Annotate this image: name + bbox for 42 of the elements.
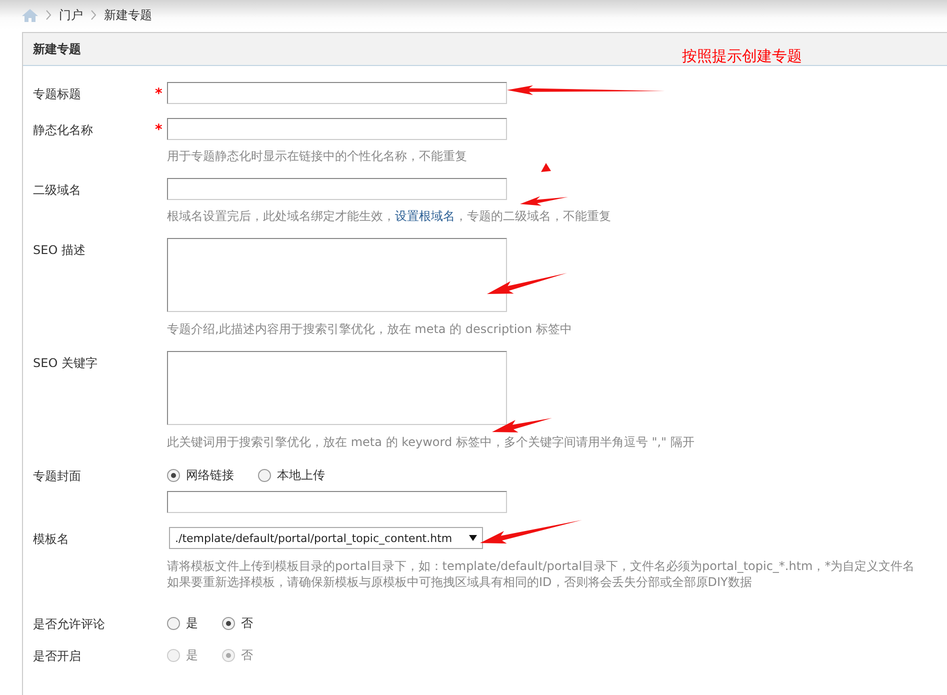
radio-icon[interactable]: [167, 468, 180, 482]
annotation-text: 按照提示创建专题: [682, 46, 802, 66]
radio-option[interactable]: 是: [167, 614, 198, 632]
required-mark: *: [155, 86, 162, 102]
radio-option[interactable]: 本地上传: [258, 466, 325, 484]
text-input[interactable]: [167, 82, 507, 104]
radio-icon[interactable]: [222, 616, 235, 630]
hint-text: 请将模板文件上传到模板目录的portal目录下，如：template/default/portal目录下，文件名必须为portal_topic_*.htm，*为自定义文件名: [167, 558, 915, 574]
hint-text: 根域名设置完后，此处域名绑定才能生效，设置根域名，专题的二级域名，不能重复: [167, 208, 611, 224]
required-mark: *: [155, 122, 162, 138]
radio-icon[interactable]: [167, 616, 180, 630]
field-label: 是否允许评论: [33, 616, 106, 633]
panel-title: 新建专题: [33, 40, 81, 58]
text-input[interactable]: [167, 178, 507, 200]
radio-option[interactable]: 网络链接: [167, 466, 234, 484]
field-label: SEO 关键字: [33, 355, 98, 372]
template-select[interactable]: ./template/default/portal/portal_topic_content.htm: [169, 527, 483, 549]
setup-root-domain-link[interactable]: 设置根域名: [395, 209, 455, 223]
radio-option[interactable]: 否: [222, 614, 253, 632]
radio-icon[interactable]: [258, 468, 271, 482]
annotation-arrow: [492, 418, 552, 432]
dropdown-caret-icon: [469, 535, 477, 541]
chevron-icon: [91, 10, 96, 20]
field-label: 是否开启: [33, 648, 82, 665]
annotation-triangle: [541, 163, 551, 172]
field-label: SEO 描述: [33, 242, 86, 259]
hint-text: 用于专题静态化时显示在链接中的个性化名称，不能重复: [167, 148, 467, 164]
field-label: 专题封面: [33, 468, 82, 485]
chevron-icon: [46, 10, 51, 20]
breadcrumb-link[interactable]: 门户: [59, 6, 83, 24]
text-input[interactable]: [167, 491, 507, 513]
hint-text: 如果要重新选择模板，请确保新模板与原模板中可拖拽区域具有相同的ID，否则将会丢失分部或全部原DIY数据: [167, 574, 752, 590]
breadcrumb-link[interactable]: 新建专题: [104, 6, 152, 24]
field-label: 模板名: [33, 531, 70, 548]
text-area[interactable]: [167, 238, 507, 312]
field-label: 二级域名: [33, 182, 82, 199]
field-label: 专题标题: [33, 86, 82, 103]
hint-text: 专题介绍,此描述内容用于搜索引擎优化，放在 meta 的 description 标签中: [167, 321, 572, 337]
hint-text: 此关键词用于搜索引擎优化，放在 meta 的 keyword 标签中，多个关键字间请用半角逗号 "," 隔开: [167, 434, 694, 450]
text-input[interactable]: [167, 118, 507, 140]
annotation-arrow: [520, 196, 568, 206]
field-label: 静态化名称: [33, 122, 94, 139]
